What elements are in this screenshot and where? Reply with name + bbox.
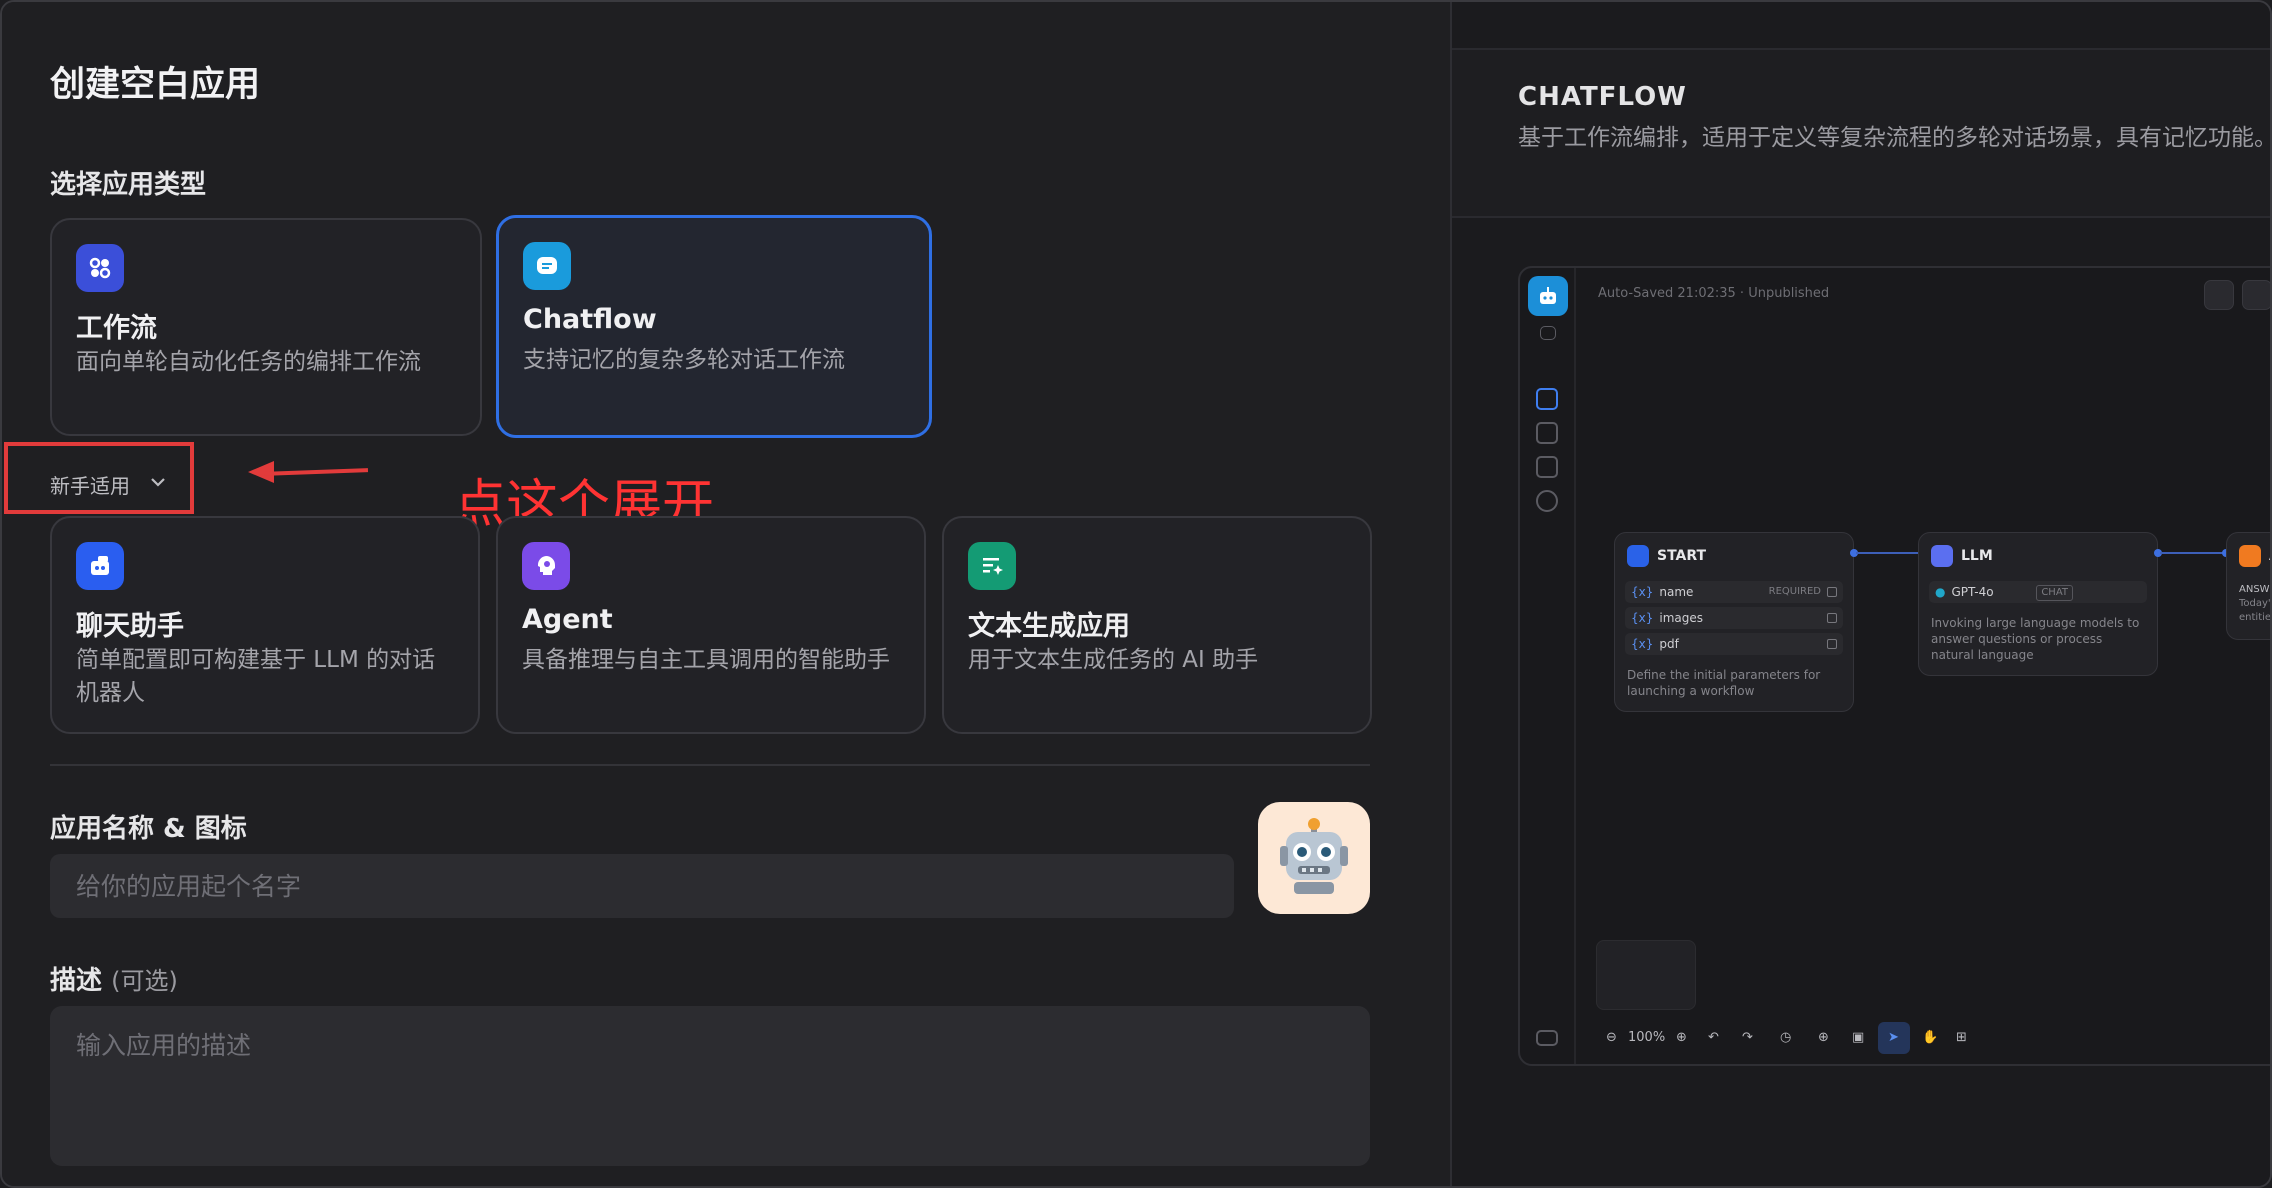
llm-icon (1931, 545, 1953, 567)
card-title: 工作流 (76, 313, 157, 344)
answer-icon (2239, 545, 2261, 567)
start-var-row: {x} pdf (1625, 633, 1843, 655)
app-type-section-label: 选择应用类型 (50, 170, 207, 200)
app-name-input[interactable] (50, 854, 1234, 918)
answer-line: Today's (2239, 598, 2271, 609)
optional-hint: (可选) (111, 967, 178, 995)
history-icon: ◷ (1780, 1030, 1792, 1045)
collapse-icon (1536, 1030, 1558, 1046)
agent-icon (522, 542, 570, 590)
chevron-down-icon[interactable] (148, 472, 168, 492)
app-logo-icon (1528, 276, 1568, 316)
edge-start-llm (1856, 552, 1922, 554)
start-node-note: Define the initial parameters for launch… (1627, 668, 1821, 698)
organize-icon: ⊞ (1956, 1030, 1967, 1045)
start-var-row: {x} images (1625, 607, 1843, 629)
required-badge: REQUIRED (1768, 586, 1821, 597)
app-name-section-label: 应用名称 & 图标 (50, 814, 247, 844)
preview-top-bar (1452, 2, 2270, 50)
page-title: 创建空白应用 (50, 65, 261, 105)
card-description: 支持记忆的复杂多轮对话工作流 (523, 347, 845, 373)
logs-icon (1536, 456, 1558, 478)
var-name: name (1659, 585, 1694, 599)
llm-node-note: Invoking large language models to answer… (1931, 616, 2140, 662)
description-section-label: 描述 (可选) (50, 960, 178, 997)
llm-model-row: ● GPT-4o CHAT (1929, 581, 2147, 603)
app-icon-picker[interactable] (1258, 802, 1370, 914)
card-description: 面向单轮自动化任务的编排工作流 (76, 349, 421, 375)
card-title: Agent (522, 604, 613, 635)
answer-line: entities (2239, 612, 2272, 623)
answer-node: AI ANSWER Today's entities (2226, 532, 2272, 640)
start-var-row: {x} name REQUIRED (1625, 581, 1843, 603)
app-type-card-chat-assistant[interactable]: 聊天助手 简单配置即可构建基于 LLM 的对话机器人 (50, 516, 480, 734)
app-type-card-chatflow[interactable]: Chatflow 支持记忆的复杂多轮对话工作流 (496, 215, 932, 438)
card-description: 用于文本生成任务的 AI 助手 (968, 647, 1259, 673)
text-generation-icon (968, 542, 1016, 590)
var-name: pdf (1659, 637, 1679, 651)
monitor-icon (1536, 490, 1558, 512)
app-type-card-workflow[interactable]: 工作流 面向单轮自动化任务的编排工作流 (50, 218, 482, 436)
description-input[interactable] (50, 1006, 1370, 1166)
start-node-title-text: START (1657, 548, 1707, 564)
model-mode-badge: CHAT (2036, 585, 2073, 601)
card-title: 文本生成应用 (968, 611, 1130, 642)
section-divider (50, 764, 1370, 766)
minimap (1596, 940, 1696, 1010)
answer-line: ANSWER (2239, 584, 2270, 595)
card-title: Chatflow (523, 304, 657, 335)
workflow-icon (76, 244, 124, 292)
robot-icon (1280, 818, 1348, 894)
home-icon (1627, 545, 1649, 567)
app-type-card-agent[interactable]: Agent 具备推理与自主工具调用的智能助手 (496, 516, 926, 734)
llm-node-title-text: LLM (1961, 548, 1993, 564)
zoom-in-icon: ⊕ (1676, 1030, 1687, 1045)
add-node-icon: ⊕ (1818, 1030, 1829, 1045)
preview-header: CHATFLOW 基于工作流编排，适用于定义等复杂流程的多轮对话场景，具有记忆功… (1452, 50, 2272, 218)
llm-node-title: LLM (1931, 545, 1993, 567)
description-label: 描述 (50, 966, 103, 996)
pointer-icon: ➤ (1888, 1030, 1899, 1045)
zoom-level: 100% (1628, 1030, 1666, 1045)
zoom-out-icon: ⊖ (1606, 1030, 1617, 1045)
novice-toggle[interactable]: 新手适用 (50, 470, 130, 499)
restore-button (2204, 280, 2234, 310)
create-app-dialog: 创建空白应用 选择应用类型 工作流 面向单轮自动化任务的编排工作流 Chatfl… (0, 0, 2272, 1188)
start-node-title: START (1627, 545, 1706, 567)
orchestrate-icon (1536, 388, 1558, 410)
add-note-icon: ▣ (1852, 1030, 1865, 1045)
annotation-arrow-line (263, 468, 369, 476)
card-title: 聊天助手 (76, 611, 184, 642)
chat-assistant-icon (76, 542, 124, 590)
env-button (2242, 280, 2270, 310)
answer-node-title: AI (2239, 545, 2270, 567)
left-form-pane: 创建空白应用 选择应用类型 工作流 面向单轮自动化任务的编排工作流 Chatfl… (2, 2, 1450, 1186)
card-description: 简单配置即可构建基于 LLM 的对话机器人 (76, 647, 436, 706)
var-name: images (1659, 611, 1704, 625)
preview-type-description: 基于工作流编排，适用于定义等复杂流程的多轮对话场景，具有记忆功能。 (1518, 125, 2272, 151)
workflow-preview: Auto-Saved 21:02:35 · Unpublished START … (1518, 266, 2272, 1066)
card-description: 具备推理与自主工具调用的智能助手 (522, 647, 890, 673)
settings-icon (1540, 326, 1556, 340)
start-node: START {x} name REQUIRED {x} images {x} pdf D… (1614, 532, 1854, 712)
save-status: Auto-Saved 21:02:35 · Unpublished (1598, 286, 1830, 301)
edge-llm-answer (2160, 552, 2226, 554)
chatflow-icon (523, 242, 571, 290)
preview-type-title: CHATFLOW (1518, 82, 1687, 112)
model-name: GPT-4o (1951, 585, 1994, 599)
redo-icon: ↷ (1742, 1030, 1753, 1045)
app-type-card-text-generation[interactable]: 文本生成应用 用于文本生成任务的 AI 助手 (942, 516, 1372, 734)
hand-icon: ✋ (1922, 1030, 1939, 1045)
preview-pane: CHATFLOW 基于工作流编排，适用于定义等复杂流程的多轮对话场景，具有记忆功… (1450, 2, 2272, 1186)
console-icon (1536, 422, 1558, 444)
preview-sidebar (1520, 268, 1576, 1064)
undo-icon: ↶ (1708, 1030, 1719, 1045)
llm-node: LLM ● GPT-4o CHAT Invoking large language … (1918, 532, 2158, 676)
